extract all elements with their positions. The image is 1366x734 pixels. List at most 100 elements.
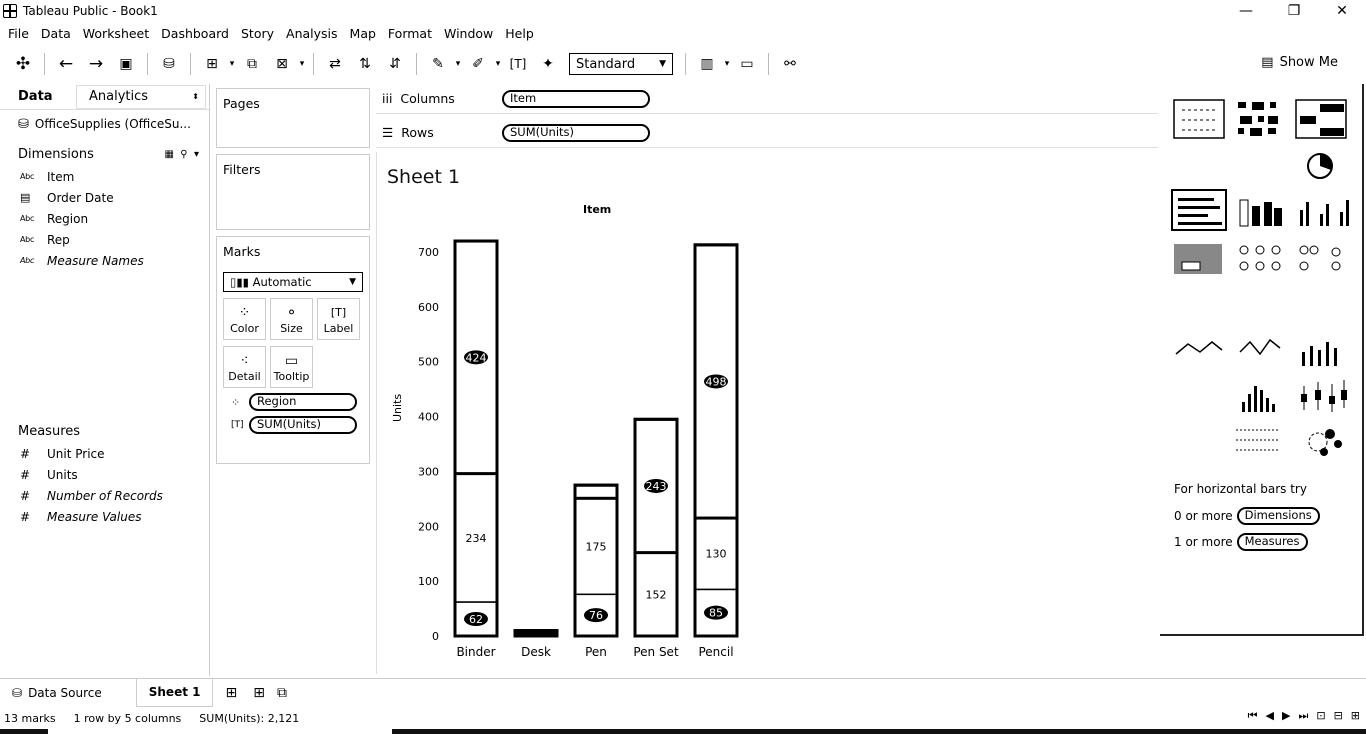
dropdown-arrow-icon[interactable]: ▾ xyxy=(227,59,237,69)
minimize-button[interactable]: — xyxy=(1222,0,1270,22)
heat-map-icon[interactable] xyxy=(1238,102,1278,136)
packed-bubbles-icon[interactable] xyxy=(1308,429,1342,456)
sheet-sorter-icon[interactable]: ⊡ xyxy=(1316,709,1325,723)
sort-descending-icon[interactable]: ⇵ xyxy=(380,56,410,72)
search-icon[interactable]: ⚲ xyxy=(180,149,187,160)
first-sheet-icon[interactable]: ⏮ xyxy=(1248,709,1258,723)
new-worksheet-icon[interactable]: ⊞ xyxy=(213,679,249,707)
bar-chart[interactable]: 0 100 200 300 400 500 600 700 62 234 424 Binder Desk… xyxy=(377,152,1159,674)
show-cards-icon[interactable]: ▥ xyxy=(692,56,722,72)
field-region[interactable]: Abc Region xyxy=(0,208,209,229)
side-by-side-circles-icon[interactable] xyxy=(1299,245,1341,271)
show-labels-icon[interactable]: [T] xyxy=(503,57,533,71)
field-measure-names[interactable]: Abc Measure Names xyxy=(0,250,209,271)
dual-line-icon[interactable] xyxy=(1302,342,1337,366)
gantt-icon[interactable] xyxy=(1236,429,1280,451)
tableau-start-icon[interactable]: ✣ xyxy=(8,54,38,74)
tab-data[interactable]: Data xyxy=(0,89,76,104)
horizontal-bars-icon[interactable] xyxy=(1171,189,1227,231)
highlight-icon[interactable]: ✎ xyxy=(423,56,453,72)
new-datasource-icon[interactable]: ⛁ xyxy=(154,56,184,72)
sum-units-pill[interactable]: SUM(Units) xyxy=(249,416,357,434)
field-number-of-records[interactable]: # Number of Records xyxy=(0,485,209,506)
tab-analytics[interactable]: Analytics ⬍ xyxy=(76,84,206,109)
new-worksheet-icon[interactable]: ⊞ xyxy=(197,56,227,72)
datasource-item[interactable]: ⛁ OfficeSupplies (OfficeSu... xyxy=(0,110,209,138)
next-sheet-icon[interactable]: ▶ xyxy=(1282,709,1290,723)
color-button[interactable]: ⁘ Color xyxy=(223,298,266,340)
detail-button[interactable]: ⁖ Detail xyxy=(223,346,266,388)
save-icon[interactable]: ▣ xyxy=(111,56,141,72)
sheet-tab[interactable]: Sheet 1 xyxy=(135,678,214,707)
menu-window[interactable]: Window xyxy=(444,24,493,44)
menu-format[interactable]: Format xyxy=(388,24,432,44)
redo-icon[interactable]: → xyxy=(81,54,111,74)
field-order-date[interactable]: ▤ Order Date xyxy=(0,187,209,208)
undo-icon[interactable]: ← xyxy=(51,54,81,74)
menu-dashboard[interactable]: Dashboard xyxy=(161,24,229,44)
size-button[interactable]: ⚬ Size xyxy=(270,298,313,340)
text-table-icon[interactable] xyxy=(1173,99,1225,139)
fit-select[interactable]: Standard ▼ xyxy=(569,53,673,75)
chevron-down-icon[interactable]: ▾ xyxy=(194,149,199,160)
tooltip-icon: ▭ xyxy=(284,352,299,369)
menu-analysis[interactable]: Analysis xyxy=(286,24,338,44)
group-members-icon[interactable]: ✐ xyxy=(463,56,493,72)
detail-icon: ⁖ xyxy=(240,352,249,369)
view-data-icon[interactable]: ▦ xyxy=(164,149,173,160)
line-discrete-icon[interactable] xyxy=(1239,338,1281,356)
data-source-tab[interactable]: ⛁ Data Source xyxy=(0,679,114,707)
sheet-tabs-bar: ⛁ Data Source Sheet 1 ⊞ ⊞ ⧉ xyxy=(0,678,1366,707)
field-measure-values[interactable]: # Measure Values xyxy=(0,506,209,527)
tooltip-button[interactable]: ▭ Tooltip xyxy=(270,346,313,388)
menu-worksheet[interactable]: Worksheet xyxy=(83,24,149,44)
menu-story[interactable]: Story xyxy=(241,24,274,44)
new-story-icon[interactable]: ⧉ xyxy=(269,679,295,707)
field-unit-price[interactable]: # Unit Price xyxy=(0,443,209,464)
last-sheet-icon[interactable]: ⏭ xyxy=(1298,709,1308,723)
field-rep[interactable]: Abc Rep xyxy=(0,229,209,250)
field-item[interactable]: Abc Item xyxy=(0,166,209,187)
circle-views-icon[interactable] xyxy=(1239,245,1281,271)
prev-sheet-icon[interactable]: ◀ xyxy=(1266,709,1274,723)
filters-card[interactable]: Filters xyxy=(216,154,370,230)
presentation-mode-icon[interactable]: ▭ xyxy=(732,56,762,72)
symbol-map-icon[interactable] xyxy=(1307,153,1333,179)
histogram-icon[interactable] xyxy=(1242,386,1275,412)
highlight-table-icon[interactable] xyxy=(1295,99,1347,139)
sort-ascending-icon[interactable]: ⇅ xyxy=(350,56,380,72)
dropdown-arrow-icon[interactable]: ▾ xyxy=(493,59,503,69)
fix-axes-icon[interactable]: ✦ xyxy=(533,56,563,72)
field-units[interactable]: # Units xyxy=(0,464,209,485)
treemap-icon[interactable] xyxy=(1174,244,1222,274)
show-me-icon: ▤ xyxy=(1261,55,1274,70)
menu-data[interactable]: Data xyxy=(41,24,71,44)
show-me-button[interactable]: ▤ Show Me xyxy=(1261,55,1338,70)
menu-file[interactable]: File xyxy=(8,24,29,44)
clear-sheet-icon[interactable]: ⊠ xyxy=(267,56,297,72)
restore-button[interactable]: ❐ xyxy=(1270,0,1318,22)
menu-help[interactable]: Help xyxy=(505,24,534,44)
duplicate-sheet-icon[interactable]: ⧉ xyxy=(237,56,267,72)
pages-card[interactable]: Pages xyxy=(216,88,370,148)
filmstrip-icon[interactable]: ⊟ xyxy=(1334,709,1343,723)
box-whisker-icon[interactable] xyxy=(1301,380,1347,412)
dropdown-arrow-icon[interactable]: ▾ xyxy=(453,59,463,69)
stacked-bars-icon[interactable] xyxy=(1239,199,1282,227)
mark-type-select[interactable]: ▯▮▮ Automatic ▼ xyxy=(223,272,363,292)
swap-axes-icon[interactable]: ⇄ xyxy=(320,56,350,72)
sum-units-pill[interactable]: SUM(Units) xyxy=(502,123,650,142)
dropdown-arrow-icon[interactable]: ▾ xyxy=(297,59,307,69)
line-continuous-icon[interactable] xyxy=(1175,341,1223,355)
share-icon[interactable]: ⚯ xyxy=(775,56,805,72)
number-type-icon: # xyxy=(20,446,30,461)
label-button[interactable]: [T] Label xyxy=(317,298,360,340)
side-by-side-bars-icon[interactable] xyxy=(1300,200,1349,226)
new-dashboard-icon[interactable]: ⊞ xyxy=(249,679,269,707)
dropdown-arrow-icon[interactable]: ▾ xyxy=(722,59,732,69)
item-pill[interactable]: Item xyxy=(502,89,650,108)
menu-map[interactable]: Map xyxy=(350,24,376,44)
tabs-view-icon[interactable]: ⊞ xyxy=(1351,709,1360,723)
region-pill[interactable]: Region xyxy=(249,393,357,411)
close-button[interactable]: ✕ xyxy=(1318,0,1366,22)
